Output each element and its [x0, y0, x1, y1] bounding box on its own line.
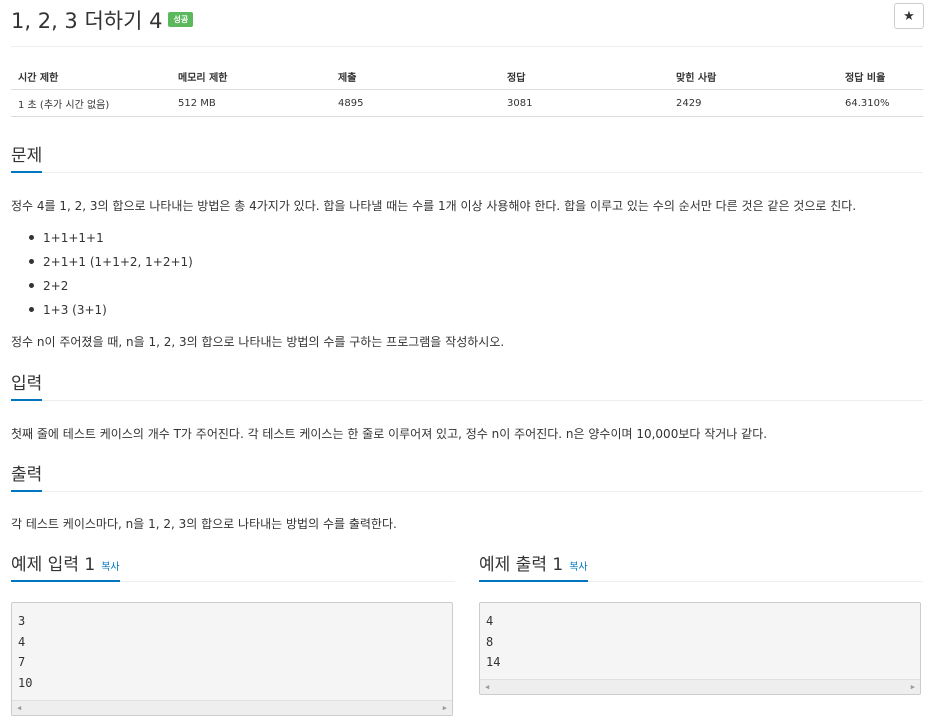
list-item: 1+3 (3+1) — [11, 300, 193, 324]
info-value[interactable]: 2429 — [669, 89, 838, 117]
problem-description-2: 정수 n이 주어졌을 때, n을 1, 2, 3의 합으로 나타내는 방법의 수… — [11, 335, 505, 349]
sample-line: 4 — [486, 614, 494, 628]
list-item: 1+1+1+1 — [11, 228, 193, 252]
sample-line: 3 — [18, 614, 26, 628]
sample-line: 4 — [18, 634, 26, 649]
output-section-header: 출력 — [11, 461, 923, 492]
output-description: 각 테스트 케이스마다, n을 1, 2, 3의 합으로 나타내는 방법의 수를… — [11, 517, 397, 531]
sample-input-header: 예제 입력 1 복사 — [11, 551, 455, 582]
problem-section-header: 문제 — [11, 142, 923, 173]
scroll-left-icon[interactable]: ◀ — [485, 683, 489, 691]
info-header: 메모리 제한 — [171, 63, 331, 90]
info-header-row: 시간 제한 메모리 제한 제출 정답 맞힌 사람 정답 비율 — [11, 63, 923, 90]
sample-line: 10 — [18, 675, 33, 690]
sample-line: 8 — [486, 634, 494, 649]
section-title: 문제 — [11, 141, 43, 173]
sample-title-text: 예제 출력 1 — [479, 555, 564, 575]
sample-title-text: 예제 입력 1 — [11, 555, 96, 575]
title-row: 1, 2, 3 더하기 4 성공 ★ — [11, 0, 924, 47]
sample-output-box[interactable]: 4 8 14 ◀ ▶ — [479, 602, 921, 695]
horizontal-scrollbar[interactable]: ◀ ▶ — [480, 679, 920, 694]
problem-title: 1, 2, 3 더하기 4 — [11, 9, 163, 33]
scroll-right-icon[interactable]: ▶ — [911, 683, 915, 691]
copy-output-link[interactable]: 복사 — [569, 562, 587, 573]
scroll-right-icon[interactable]: ▶ — [443, 704, 447, 712]
sample-line: 14 — [486, 655, 501, 670]
sample-line: 7 — [18, 655, 26, 670]
info-header: 맞힌 사람 — [669, 63, 838, 90]
sample-input-box[interactable]: 3 4 7 10 ◀ ▶ — [11, 602, 453, 716]
sample-output-header: 예제 출력 1 복사 — [479, 551, 923, 582]
example-list: 1+1+1+1 2+1+1 (1+1+2, 1+2+1) 2+2 1+3 (3+… — [11, 228, 193, 324]
copy-input-link[interactable]: 복사 — [101, 562, 119, 573]
info-value: 64.310% — [838, 89, 923, 117]
info-header: 제출 — [331, 63, 500, 90]
input-section-header: 입력 — [11, 370, 923, 401]
status-badge: 성공 — [168, 11, 194, 27]
star-button[interactable]: ★ — [894, 3, 924, 29]
list-item: 2+1+1 (1+1+2, 1+2+1) — [11, 252, 193, 276]
scroll-left-icon[interactable]: ◀ — [17, 704, 21, 712]
info-value: 512 MB — [171, 89, 331, 117]
list-item: 2+2 — [11, 276, 193, 300]
section-title: 출력 — [11, 460, 43, 492]
info-header: 정답 — [500, 63, 669, 90]
sample-input-title: 예제 입력 1 복사 — [11, 550, 120, 582]
page-title: 1, 2, 3 더하기 4 성공 — [11, 5, 194, 35]
sample-output-content: 4 8 14 — [480, 603, 920, 673]
info-header: 시간 제한 — [11, 63, 171, 90]
info-value[interactable]: 3081 — [500, 89, 669, 117]
info-header: 정답 비율 — [838, 63, 923, 90]
info-value[interactable]: 4895 — [331, 89, 500, 117]
horizontal-scrollbar[interactable]: ◀ ▶ — [12, 700, 452, 715]
info-value-row: 1 초 (추가 시간 없음) 512 MB 4895 3081 2429 64.… — [11, 89, 923, 117]
info-value: 1 초 (추가 시간 없음) — [11, 89, 171, 117]
problem-description: 정수 4를 1, 2, 3의 합으로 나타내는 방법은 총 4가지가 있다. 합… — [11, 199, 857, 213]
sample-input-content: 3 4 7 10 — [12, 603, 452, 693]
sample-output-title: 예제 출력 1 복사 — [479, 550, 588, 582]
input-description: 첫째 줄에 테스트 케이스의 개수 T가 주어진다. 각 테스트 케이스는 한 … — [11, 427, 768, 441]
section-title: 입력 — [11, 369, 43, 401]
star-icon: ★ — [903, 8, 915, 24]
problem-info-table: 시간 제한 메모리 제한 제출 정답 맞힌 사람 정답 비율 1 초 (추가 시… — [11, 63, 923, 117]
